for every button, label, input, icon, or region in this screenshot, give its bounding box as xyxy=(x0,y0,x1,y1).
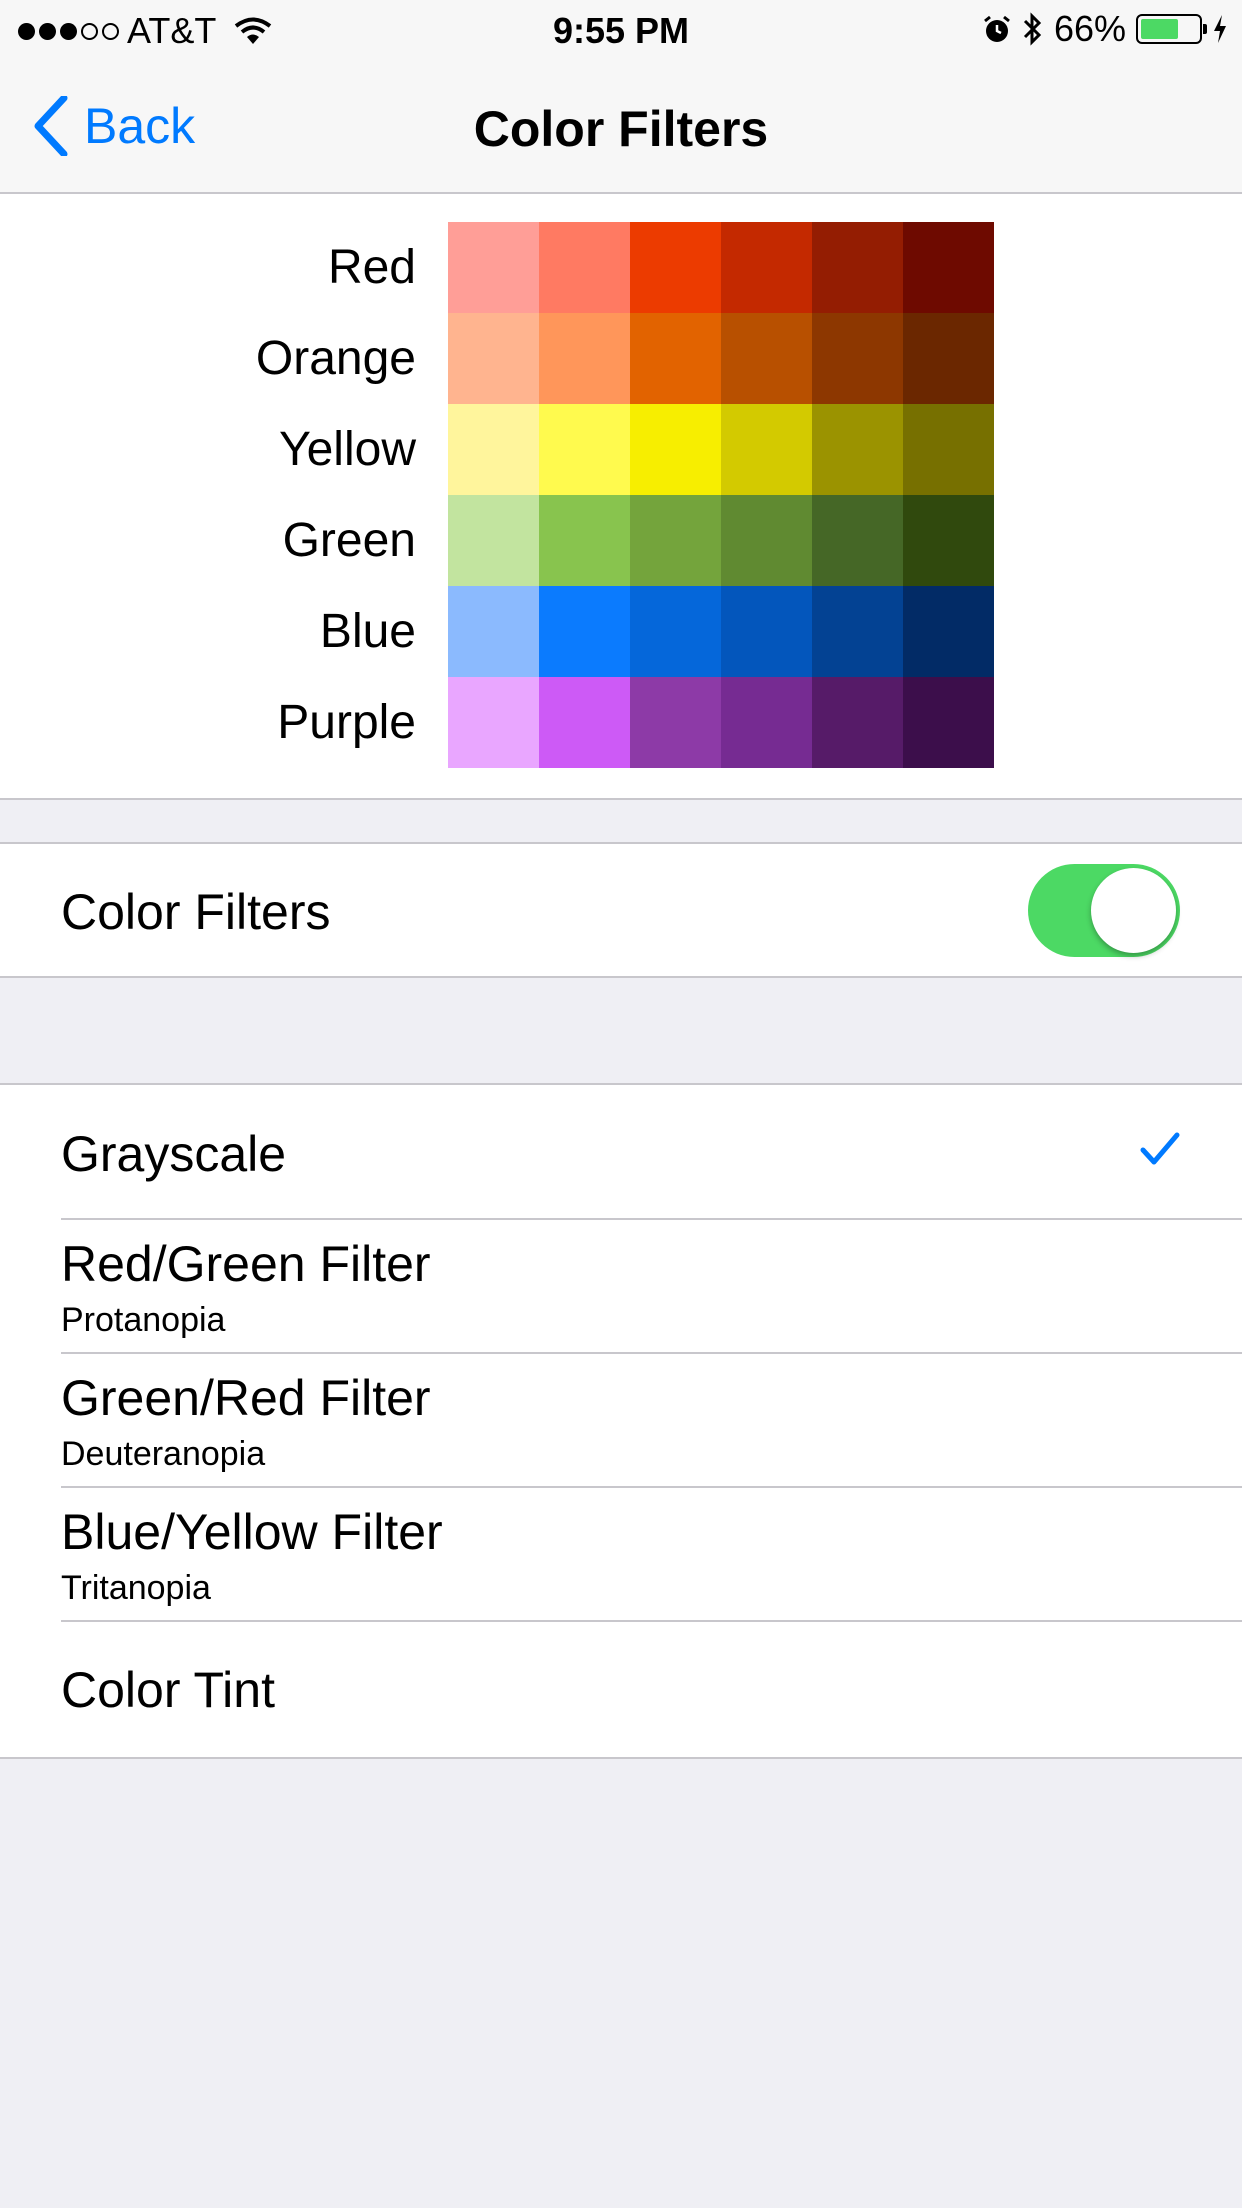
color-swatch xyxy=(721,677,812,768)
checkmark-icon xyxy=(1140,1132,1180,1165)
color-swatch xyxy=(630,222,721,313)
filter-option-blue-yellow[interactable]: Blue/Yellow Filter Tritanopia xyxy=(0,1486,1242,1621)
color-swatch xyxy=(630,404,721,495)
color-swatch xyxy=(539,404,630,495)
color-swatch xyxy=(448,313,539,404)
swatch-row-purple xyxy=(448,677,994,768)
alarm-icon xyxy=(984,15,1010,42)
swatch-row-orange xyxy=(448,313,994,404)
filter-option-title: Blue/Yellow Filter xyxy=(61,1504,443,1560)
filter-option-subtitle: Tritanopia xyxy=(61,1569,211,1607)
battery-icon xyxy=(1136,14,1207,44)
charging-bolt-icon xyxy=(1214,15,1226,43)
color-filters-toggle-cell: Color Filters xyxy=(0,842,1242,978)
page-title: Color Filters xyxy=(473,101,769,157)
color-swatch-grid[interactable] xyxy=(448,222,994,768)
filter-option-title: Red/Green Filter xyxy=(61,1236,431,1292)
filter-option-green-red[interactable]: Green/Red Filter Deuteranopia xyxy=(0,1352,1242,1487)
swatch-row-red xyxy=(448,222,994,313)
color-label-red: Red xyxy=(327,241,416,294)
status-right: 66% xyxy=(982,8,1228,50)
color-swatch xyxy=(539,495,630,586)
color-swatch xyxy=(903,677,994,768)
filter-option-title: Grayscale xyxy=(61,1126,287,1182)
color-label-yellow: Yellow xyxy=(279,423,416,476)
color-swatch xyxy=(539,222,630,313)
color-swatch xyxy=(812,222,903,313)
swatch-row-yellow xyxy=(448,404,994,495)
switch-knob xyxy=(1091,868,1176,953)
filter-option-title: Green/Red Filter xyxy=(61,1370,431,1426)
filter-options-list: Grayscale Red/Green Filter Protanopia Gr… xyxy=(0,1083,1242,1759)
bluetooth-icon xyxy=(1023,12,1042,46)
color-swatch xyxy=(630,586,721,677)
color-swatch xyxy=(448,586,539,677)
color-labels: Red Orange Yellow Green Blue Purple xyxy=(256,222,416,768)
color-swatch xyxy=(903,222,994,313)
color-swatch xyxy=(448,677,539,768)
filter-option-color-tint[interactable]: Color Tint xyxy=(0,1620,1242,1755)
color-filters-toggle-label: Color Filters xyxy=(61,884,331,940)
color-label-green: Green xyxy=(282,514,416,567)
color-swatch xyxy=(630,495,721,586)
color-label-purple: Purple xyxy=(277,696,416,749)
filter-option-red-green[interactable]: Red/Green Filter Protanopia xyxy=(0,1218,1242,1353)
color-preview-panel[interactable]: Red Orange Yellow Green Blue Purple xyxy=(0,194,1242,800)
color-label-orange: Orange xyxy=(255,332,416,385)
color-swatch xyxy=(630,313,721,404)
color-swatch xyxy=(721,222,812,313)
color-swatch xyxy=(448,404,539,495)
filter-option-subtitle: Deuteranopia xyxy=(61,1435,266,1473)
color-swatch xyxy=(812,495,903,586)
status-bar: AT&T 9:55 PM 66% xyxy=(0,0,1242,62)
color-swatch xyxy=(903,313,994,404)
color-swatch xyxy=(903,404,994,495)
color-swatch xyxy=(812,586,903,677)
color-swatch xyxy=(903,586,994,677)
color-swatch xyxy=(721,586,812,677)
color-label-blue: Blue xyxy=(319,605,416,658)
swatch-row-green xyxy=(448,495,994,586)
color-swatch xyxy=(812,677,903,768)
color-swatch xyxy=(721,404,812,495)
color-swatch xyxy=(721,313,812,404)
color-swatch xyxy=(539,677,630,768)
color-filters-switch[interactable] xyxy=(1028,864,1180,957)
filter-option-grayscale[interactable]: Grayscale xyxy=(0,1085,1242,1219)
color-swatch xyxy=(539,313,630,404)
color-swatch xyxy=(721,495,812,586)
color-swatch xyxy=(812,313,903,404)
color-swatch xyxy=(539,586,630,677)
navigation-bar: Back Color Filters xyxy=(0,62,1242,194)
filter-option-title: Color Tint xyxy=(61,1662,275,1718)
color-swatch xyxy=(448,222,539,313)
swatch-row-blue xyxy=(448,586,994,677)
filter-option-subtitle: Protanopia xyxy=(61,1301,226,1339)
color-swatch xyxy=(903,495,994,586)
color-swatch xyxy=(630,677,721,768)
battery-percentage: 66% xyxy=(1053,8,1126,49)
color-swatch xyxy=(812,404,903,495)
color-swatch xyxy=(448,495,539,586)
